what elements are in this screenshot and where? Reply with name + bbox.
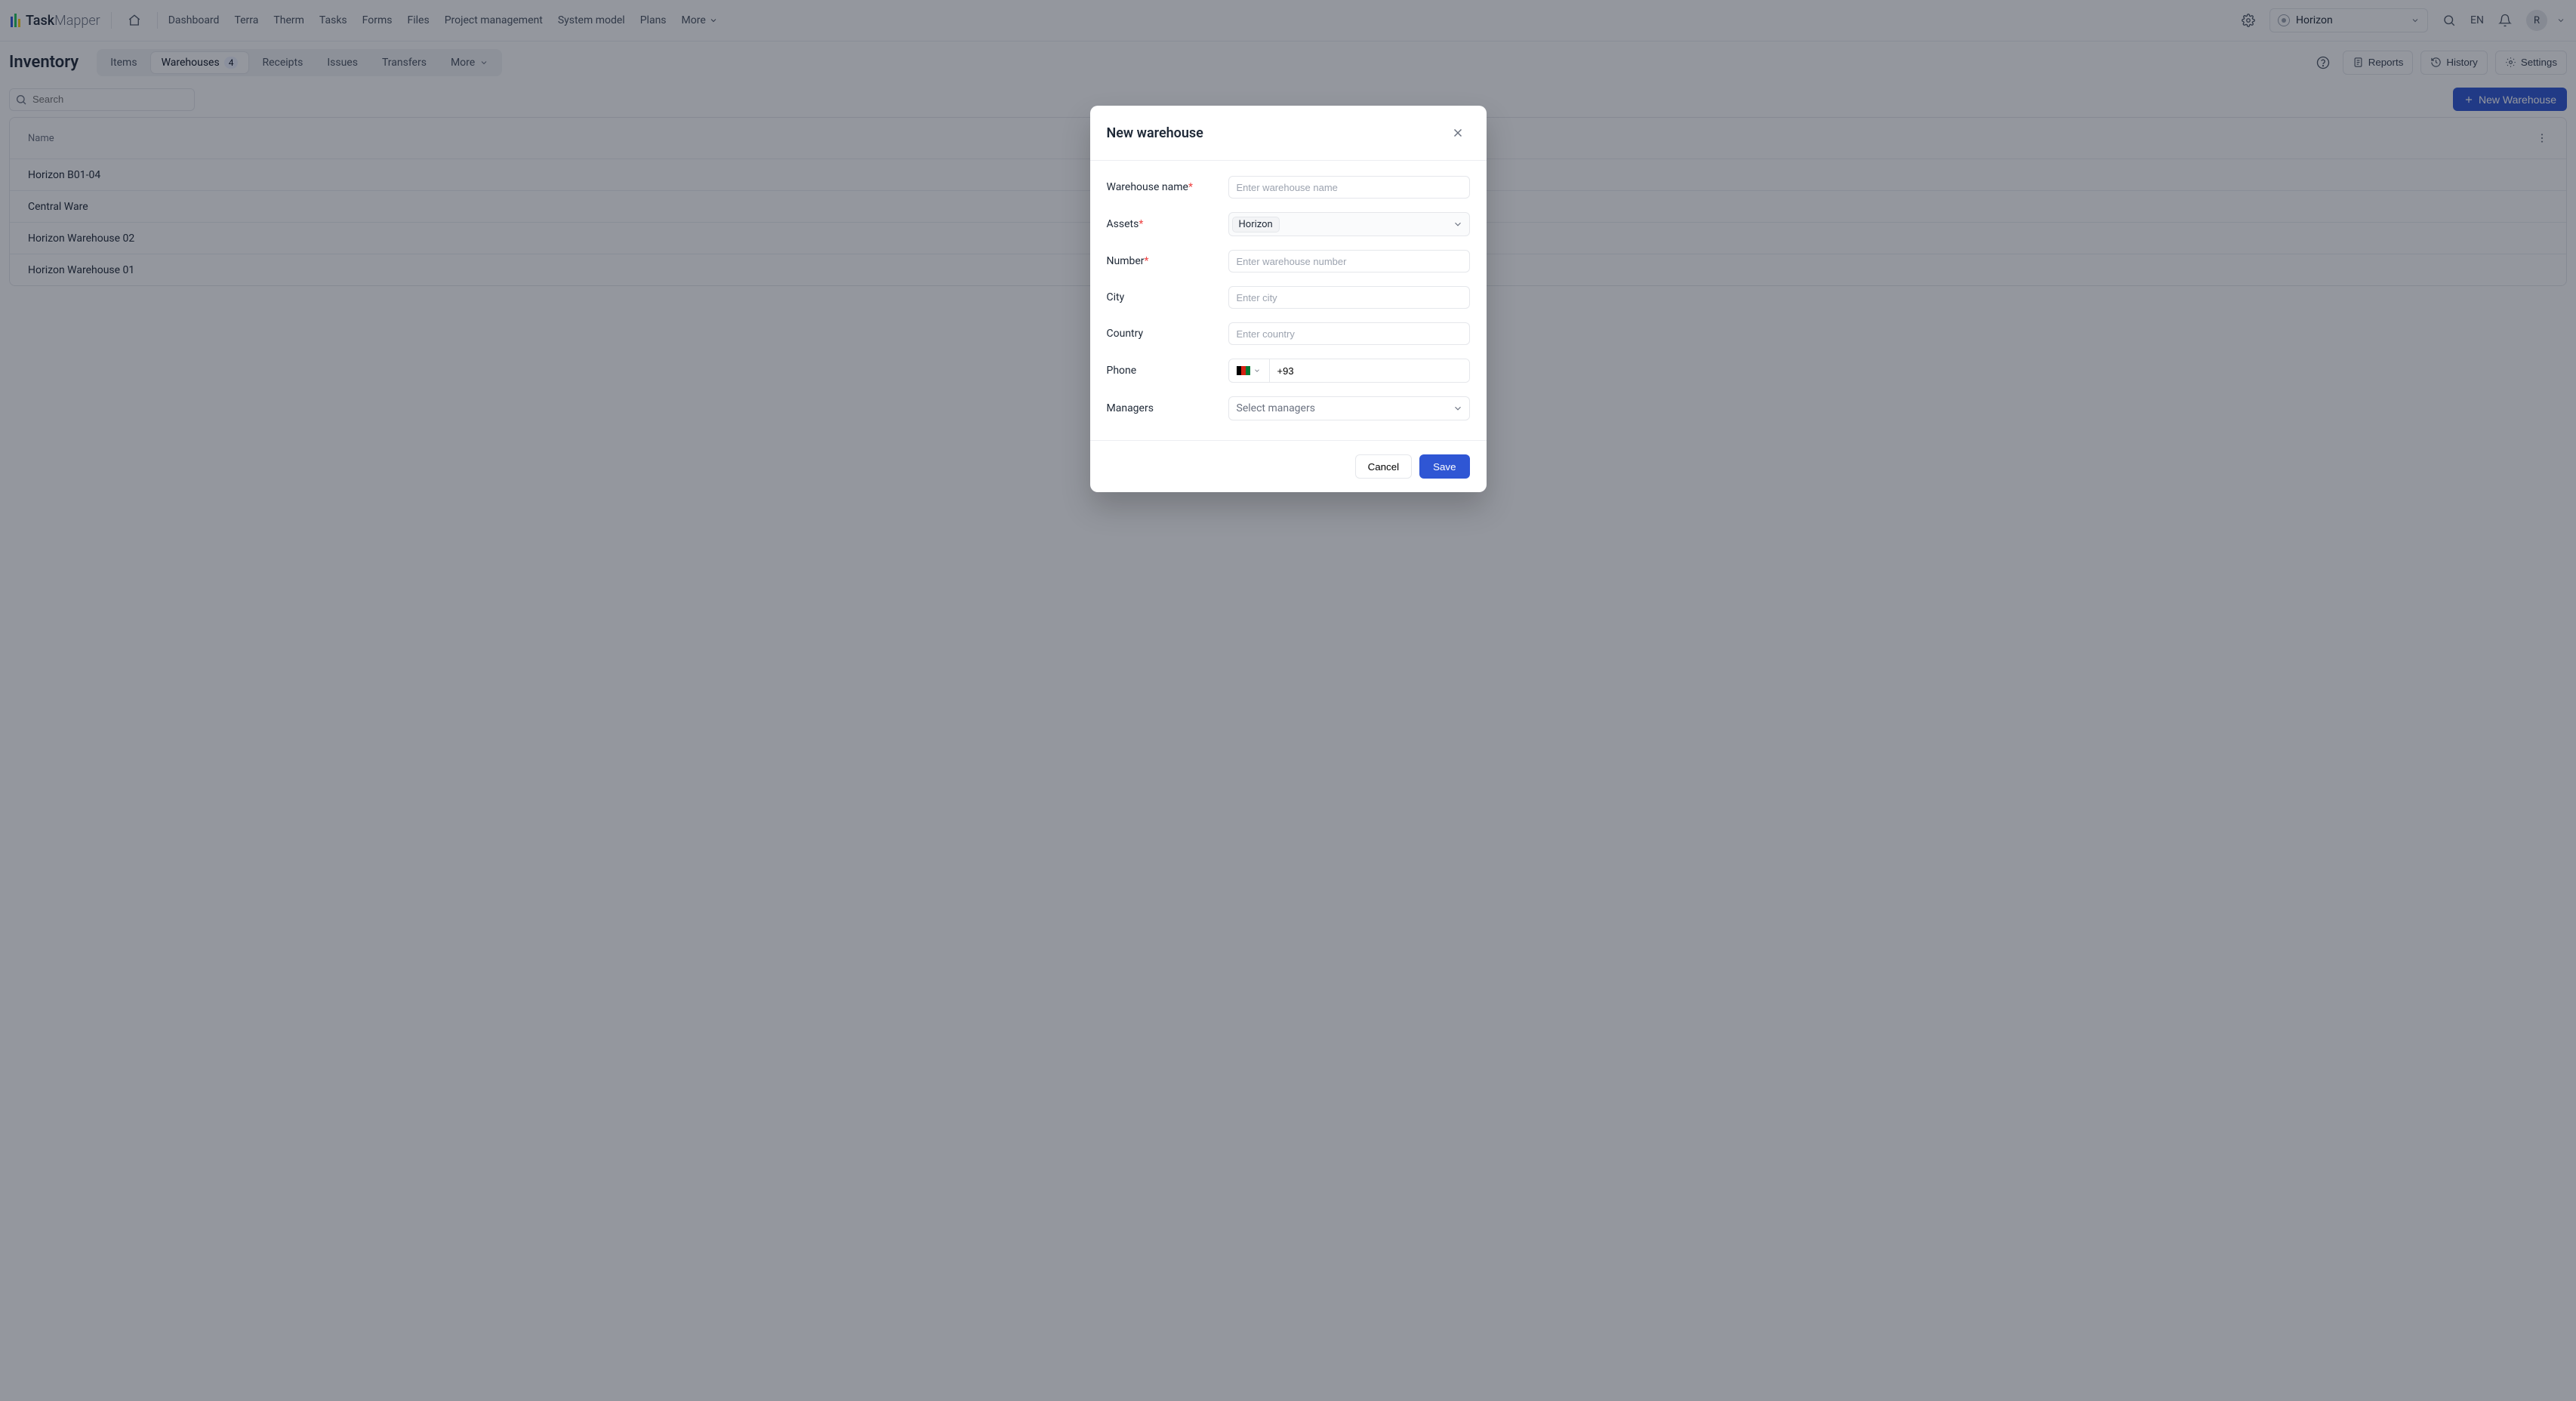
country-input[interactable]: [1228, 322, 1470, 345]
phone-country-selector[interactable]: [1229, 359, 1270, 382]
warehouse-name-input[interactable]: [1228, 176, 1470, 199]
chevron-down-icon: [1253, 367, 1261, 374]
chevron-down-icon: [1453, 219, 1463, 229]
required-mark: *: [1188, 181, 1193, 193]
assets-select[interactable]: Horizon: [1228, 212, 1470, 236]
label-managers: Managers: [1107, 402, 1216, 414]
flag-icon: [1237, 366, 1250, 375]
field-managers: Managers Select managers: [1107, 396, 1470, 420]
warehouse-number-input[interactable]: [1228, 250, 1470, 273]
asset-chip: Horizon: [1232, 217, 1280, 232]
field-city: City: [1107, 286, 1470, 309]
cancel-button[interactable]: Cancel: [1355, 454, 1413, 479]
close-icon: [1451, 126, 1465, 140]
field-number: Number*: [1107, 250, 1470, 273]
field-name: Warehouse name*: [1107, 176, 1470, 199]
label-country: Country: [1107, 328, 1216, 340]
managers-placeholder: Select managers: [1232, 402, 1315, 414]
managers-select[interactable]: Select managers: [1228, 396, 1470, 420]
label-number: Number*: [1107, 255, 1216, 267]
modal-title: New warehouse: [1107, 125, 1203, 141]
modal-header: New warehouse: [1090, 106, 1487, 161]
field-assets: Assets* Horizon: [1107, 212, 1470, 236]
modal-overlay[interactable]: New warehouse Warehouse name* Assets* Ho…: [0, 0, 2576, 1401]
field-phone: Phone: [1107, 359, 1470, 383]
field-country: Country: [1107, 322, 1470, 345]
new-warehouse-modal: New warehouse Warehouse name* Assets* Ho…: [1090, 106, 1487, 492]
city-input[interactable]: [1228, 286, 1470, 309]
phone-input[interactable]: [1270, 359, 1469, 382]
label-assets: Assets*: [1107, 218, 1216, 230]
modal-body: Warehouse name* Assets* Horizon Number* …: [1090, 161, 1487, 440]
modal-close-button[interactable]: [1446, 121, 1470, 145]
label-phone: Phone: [1107, 365, 1216, 377]
save-button[interactable]: Save: [1419, 454, 1469, 479]
label-name: Warehouse name*: [1107, 181, 1216, 193]
required-mark: *: [1139, 218, 1143, 230]
chevron-down-icon: [1453, 403, 1463, 414]
modal-footer: Cancel Save: [1090, 440, 1487, 492]
phone-input-wrapper: [1228, 359, 1470, 383]
required-mark: *: [1145, 255, 1149, 267]
label-city: City: [1107, 291, 1216, 303]
